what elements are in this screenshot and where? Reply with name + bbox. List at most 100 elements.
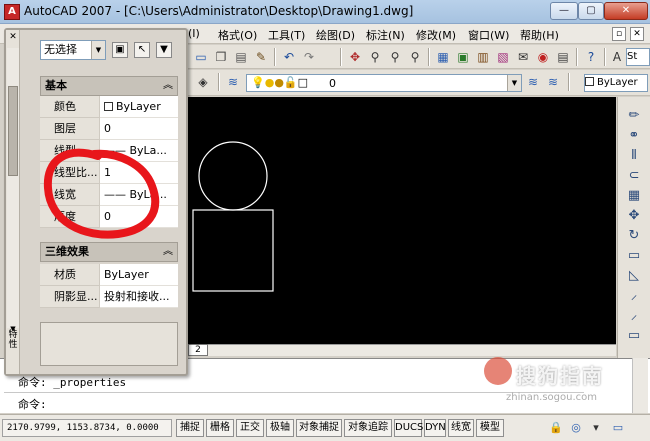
property-row-material[interactable]: 材质 ByLayer (40, 264, 178, 286)
property-row-layer[interactable]: 图层 0 (40, 118, 178, 140)
horizontal-scrollbar[interactable] (208, 344, 616, 356)
property-row-lineweight[interactable]: 线宽 —— ByLa... (40, 184, 178, 206)
layer-manager-icon[interactable]: ◈ (194, 73, 212, 91)
property-row-linetype-scale[interactable]: 线型比... 1 (40, 162, 178, 184)
menu-insert[interactable]: (I) (188, 27, 200, 40)
sheet-set-icon[interactable]: ▧ (494, 48, 512, 66)
design-center-icon[interactable]: ▣ (454, 48, 472, 66)
property-value[interactable]: 投射和接收... (100, 286, 178, 308)
palette-scrollbar[interactable]: ▼ (7, 48, 19, 333)
palette-close-icon[interactable]: ✕ (8, 32, 18, 42)
layer-control-combo[interactable]: 💡●●🔓□ 0 ▼ (246, 74, 522, 92)
select-objects-icon[interactable]: ↖ (134, 42, 150, 58)
command-input-line[interactable] (4, 392, 584, 410)
trim-icon[interactable]: ⸝ (625, 287, 643, 305)
property-row-color[interactable]: 颜色 ByLayer (40, 96, 178, 118)
menu-help[interactable]: 帮助(H) (520, 27, 559, 43)
drawn-circle[interactable] (198, 141, 268, 211)
grid-toggle[interactable]: 栅格 (206, 419, 234, 437)
property-value[interactable]: 1 (100, 162, 178, 184)
property-value[interactable]: 0 (100, 118, 178, 140)
array-icon[interactable]: ▦ (625, 187, 643, 205)
text-style-icon[interactable]: A (608, 48, 626, 66)
text-style-combo[interactable]: St (626, 48, 650, 66)
maximize-button[interactable]: ▢ (578, 2, 604, 20)
palette-scroll-thumb[interactable] (8, 86, 18, 176)
calculator-icon[interactable]: ▤ (554, 48, 572, 66)
property-value[interactable]: —— ByLa... (100, 184, 178, 206)
rotate-icon[interactable]: ↻ (625, 227, 643, 245)
help-icon[interactable]: ? (582, 48, 600, 66)
status-menu-icon[interactable]: ▾ (588, 420, 604, 436)
layer-states-icon[interactable]: ≋ (224, 73, 242, 91)
model-toggle[interactable]: 模型 (476, 419, 504, 437)
menu-tools[interactable]: 工具(T) (268, 27, 305, 43)
undo-icon[interactable]: ↶ (280, 48, 298, 66)
drawing-canvas[interactable] (188, 97, 616, 344)
clean-screen-icon[interactable]: ▭ (610, 420, 626, 436)
zoom-realtime-icon[interactable]: ⚲ (366, 48, 384, 66)
stretch-icon[interactable]: ◺ (625, 267, 643, 285)
menu-draw[interactable]: 绘图(D) (316, 27, 355, 43)
property-value[interactable]: —— ByLa... (100, 140, 178, 162)
snap-toggle[interactable]: 捕捉 (176, 419, 204, 437)
chevron-down-icon[interactable]: ▼ (507, 75, 521, 91)
collapse-icon[interactable]: ︽ (163, 77, 173, 95)
toggle-pickadd-icon[interactable]: ▣ (112, 42, 128, 58)
property-value[interactable]: ByLayer (100, 96, 178, 118)
tool-palettes-icon[interactable]: ▥ (474, 48, 492, 66)
command-scrollbar[interactable] (632, 358, 648, 413)
otrack-toggle[interactable]: 对象追踪 (344, 419, 392, 437)
polar-toggle[interactable]: 极轴 (266, 419, 294, 437)
drawing-area[interactable] (188, 97, 616, 344)
communication-center-icon[interactable]: ◎ (568, 420, 584, 436)
markup-icon[interactable]: ✉ (514, 48, 532, 66)
coordinate-readout[interactable]: 2170.9799, 1153.8734, 0.0000 (2, 419, 172, 437)
move-icon[interactable]: ✥ (625, 207, 643, 225)
match-brush-icon[interactable]: ✎ (252, 48, 270, 66)
property-row-thickness[interactable]: 厚度 0 (40, 206, 178, 228)
autocad-app-icon[interactable]: A (4, 4, 20, 20)
selection-combo[interactable]: 无选择 ▼ (40, 40, 106, 60)
close-button[interactable]: ✕ (604, 2, 648, 20)
doc-close-button[interactable]: ✕ (630, 27, 644, 41)
osnap-toggle[interactable]: 对象捕捉 (296, 419, 342, 437)
scale-icon[interactable]: ▭ (625, 247, 643, 265)
ducs-toggle[interactable]: DUCS (394, 419, 423, 437)
section-header-general[interactable]: 基本 ︽ (40, 76, 178, 96)
copy-icon[interactable]: ❐ (212, 48, 230, 66)
publish-icon[interactable]: ▭ (192, 48, 210, 66)
redo-icon[interactable]: ↷ (300, 48, 318, 66)
drawn-rectangle[interactable] (192, 209, 274, 292)
menu-modify[interactable]: 修改(M) (416, 27, 456, 43)
quick-select-icon[interactable]: ▼ (156, 42, 172, 58)
offset-icon[interactable]: ⊂ (625, 167, 643, 185)
extend-icon[interactable]: ⸝ (625, 307, 643, 325)
property-row-shadow-display[interactable]: 阴影显... 投射和接收... (40, 286, 178, 308)
menu-dimension[interactable]: 标注(N) (366, 27, 405, 43)
menu-window[interactable]: 窗口(W) (468, 27, 509, 43)
ortho-toggle[interactable]: 正交 (236, 419, 264, 437)
layer-previous-icon[interactable]: ≋ (544, 73, 562, 91)
make-current-icon[interactable]: ≋ (524, 73, 542, 91)
copy-object-icon[interactable]: ⚭ (625, 127, 643, 145)
layout-tab[interactable]: 2 (188, 344, 208, 356)
properties-icon[interactable]: ▦ (434, 48, 452, 66)
paste-icon[interactable]: ▤ (232, 48, 250, 66)
mirror-icon[interactable]: ⫴ (625, 147, 643, 165)
color-control-combo[interactable]: ByLayer (584, 74, 648, 92)
pan-icon[interactable]: ✥ (346, 48, 364, 66)
minimize-button[interactable]: — (550, 2, 578, 20)
break-icon[interactable]: ▭ (625, 327, 643, 345)
zoom-window-icon[interactable]: ⚲ (386, 48, 404, 66)
annotation-scale-icon[interactable]: 🔒 (548, 420, 564, 436)
menu-format[interactable]: 格式(O) (218, 27, 257, 43)
collapse-icon[interactable]: ︽ (163, 243, 173, 261)
property-value[interactable]: 0 (100, 206, 178, 228)
section-header-3d-visualization[interactable]: 三维效果 ︽ (40, 242, 178, 262)
dyn-toggle[interactable]: DYN (424, 419, 446, 437)
lineweight-toggle[interactable]: 线宽 (448, 419, 474, 437)
chevron-down-icon[interactable]: ▼ (91, 41, 105, 59)
property-value[interactable]: ByLayer (100, 264, 178, 286)
doc-restore-button[interactable]: ▫ (612, 27, 626, 41)
